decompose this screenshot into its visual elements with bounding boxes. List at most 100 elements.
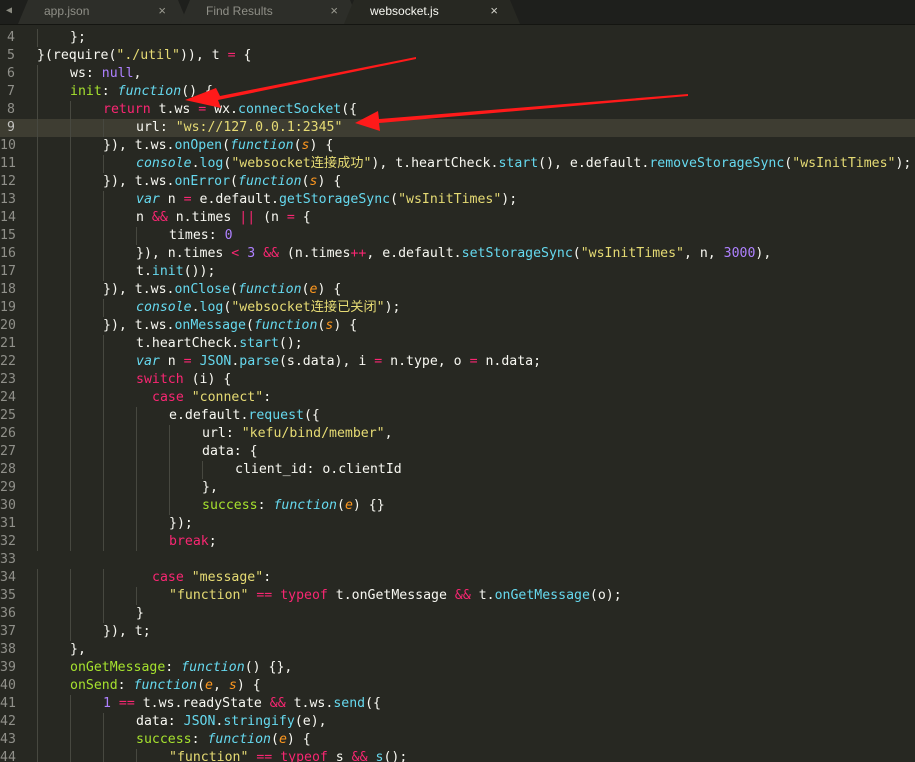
code-line[interactable]: 17 t.init());: [0, 263, 915, 281]
indent-guide: [103, 569, 104, 587]
indent-guide: [37, 371, 38, 389]
code-line[interactable]: 4};: [0, 29, 915, 47]
indent-guide: [37, 641, 38, 659]
code-line[interactable]: 15 times: 0: [0, 227, 915, 245]
code-line[interactable]: 43 success: function(e) {: [0, 731, 915, 749]
code-token: JSON: [199, 354, 232, 369]
indent-guide: [37, 443, 38, 461]
code-token: "ws://127.0.0.1:2345": [175, 120, 343, 135]
code-token: setStorageSync: [461, 246, 573, 261]
indent-guide: [103, 119, 104, 137]
code-line[interactable]: 24 case "connect":: [0, 389, 915, 407]
code-line[interactable]: 20}), t.ws.onMessage(function(s) {: [0, 317, 915, 335]
code-line[interactable]: 28 client_id: o.clientId: [0, 461, 915, 479]
code-line[interactable]: 23 switch (i) {: [0, 371, 915, 389]
code-token: (: [230, 282, 238, 297]
code-line[interactable]: 27 data: {: [0, 443, 915, 461]
code-token: (e),: [294, 714, 327, 729]
code-line[interactable]: 21 t.heartCheck.start();: [0, 335, 915, 353]
close-icon[interactable]: ×: [330, 1, 338, 21]
code-line[interactable]: 6 ws: null,: [0, 65, 915, 83]
code-token: &&: [269, 696, 286, 711]
code-line[interactable]: 34 case "message":: [0, 569, 915, 587]
code-line[interactable]: 33: [0, 551, 915, 569]
indent-guide: [103, 533, 104, 551]
code-token: }), n.times: [136, 246, 232, 261]
code-line[interactable]: 10}), t.ws.onOpen(function(s) {: [0, 137, 915, 155]
indent-guide: [70, 173, 71, 191]
code-line[interactable]: 36}: [0, 605, 915, 623]
code-token: e.default.: [191, 192, 279, 207]
code-line[interactable]: 12}), t.ws.onError(function(s) {: [0, 173, 915, 191]
code-editor[interactable]: 4}; 5}(require("./util")), t = {6 ws: null…: [0, 24, 915, 762]
tab-bar: ◀ app.json × Find Results × websocket.js…: [0, 0, 915, 25]
code-line[interactable]: 31});: [0, 515, 915, 533]
code-line[interactable]: 5}(require("./util")), t = {: [0, 47, 915, 65]
code-token: .: [191, 156, 200, 171]
tab-find-results[interactable]: Find Results ×: [180, 0, 360, 24]
tab-websocket-js[interactable]: websocket.js ×: [344, 0, 520, 24]
code-line[interactable]: 30 success: function(e) {}: [0, 497, 915, 515]
code-line[interactable]: 18}), t.ws.onClose(function(e) {: [0, 281, 915, 299]
indent-guide: [70, 227, 71, 245]
tab-app-json[interactable]: app.json ×: [18, 0, 188, 24]
code-line[interactable]: 13 var n = e.default.getStorageSync("wsIn…: [0, 191, 915, 209]
code-token: n: [136, 210, 152, 225]
code-line[interactable]: 9 url: "ws://127.0.0.1:2345": [0, 119, 915, 137]
indent-guides: [37, 641, 907, 659]
code-line[interactable]: 7 init: function() {: [0, 83, 915, 101]
close-icon[interactable]: ×: [490, 1, 498, 21]
code-line[interactable]: 37}), t;: [0, 623, 915, 641]
code-token: function: [230, 138, 294, 153]
code-token: (: [337, 498, 345, 513]
line-number: 33: [0, 552, 16, 567]
line-number: 42: [0, 714, 16, 729]
tab-scroll-left-icon[interactable]: ◀: [0, 0, 18, 24]
code-token: () {},: [244, 660, 293, 675]
code-line[interactable]: 42 data: JSON.stringify(e),: [0, 713, 915, 731]
code-line[interactable]: 29},: [0, 479, 915, 497]
indent-guide: [37, 497, 38, 515]
code-line[interactable]: 22 var n = JSON.parse(s.data), i = n.type…: [0, 353, 915, 371]
code-line[interactable]: 14 n && n.times || (n = {: [0, 209, 915, 227]
indent-guide: [103, 587, 104, 605]
code-line[interactable]: 19 console.log("websocket连接已关闭");: [0, 299, 915, 317]
code-line[interactable]: 44 "function" == typeof s && s();: [0, 749, 915, 762]
code-text: success: function(e) {: [136, 731, 311, 749]
code-line[interactable]: 35 "function" == typeof t.onGetMessage &&…: [0, 587, 915, 605]
code-text: onGetMessage: function() {},: [70, 659, 292, 677]
code-line[interactable]: 38},: [0, 641, 915, 659]
code-text: },: [202, 479, 218, 497]
indent-guide: [103, 227, 104, 245]
code-text: case "message":: [152, 569, 271, 587]
code-line[interactable]: 11 console.log("websocket连接成功"), t.heartC…: [0, 155, 915, 173]
code-line[interactable]: 8 return t.ws = wx.connectSocket({: [0, 101, 915, 119]
code-token: "function": [169, 588, 249, 603]
code-line[interactable]: 39 onGetMessage: function() {},: [0, 659, 915, 677]
code-token: =: [183, 354, 192, 369]
code-line[interactable]: 40 onSend: function(e, s) {: [0, 677, 915, 695]
code-text: console.log("websocket连接成功"), t.heartChe…: [136, 155, 911, 173]
code-line[interactable]: 41 1 == t.ws.readyState && t.ws.send({: [0, 695, 915, 713]
code-token: (: [293, 138, 302, 153]
code-text: url: "ws://127.0.0.1:2345": [136, 119, 342, 137]
code-line[interactable]: 16}), n.times < 3 && (n.times++, e.defau…: [0, 245, 915, 263]
code-token: t.onGetMessage: [327, 588, 455, 603]
code-text: }: [136, 605, 144, 623]
indent-guide: [202, 461, 203, 479]
line-number: 19: [0, 300, 16, 315]
code-token: n.times: [167, 210, 240, 225]
code-text: }), t;: [103, 623, 151, 641]
indent-guide: [103, 245, 104, 263]
code-token: ),: [755, 246, 772, 261]
code-line[interactable]: 26 url: "kefu/bind/member",: [0, 425, 915, 443]
indent-guide: [103, 155, 104, 173]
code-line[interactable]: 32 break;: [0, 533, 915, 551]
code-line[interactable]: 25 e.default.request({: [0, 407, 915, 425]
code-token: ws:: [70, 66, 102, 81]
code-token: &&: [351, 750, 368, 762]
tab-label: Find Results: [206, 4, 273, 18]
code-token: t.heartCheck.: [136, 336, 240, 351]
close-icon[interactable]: ×: [158, 1, 166, 21]
code-token: ==: [118, 696, 135, 711]
